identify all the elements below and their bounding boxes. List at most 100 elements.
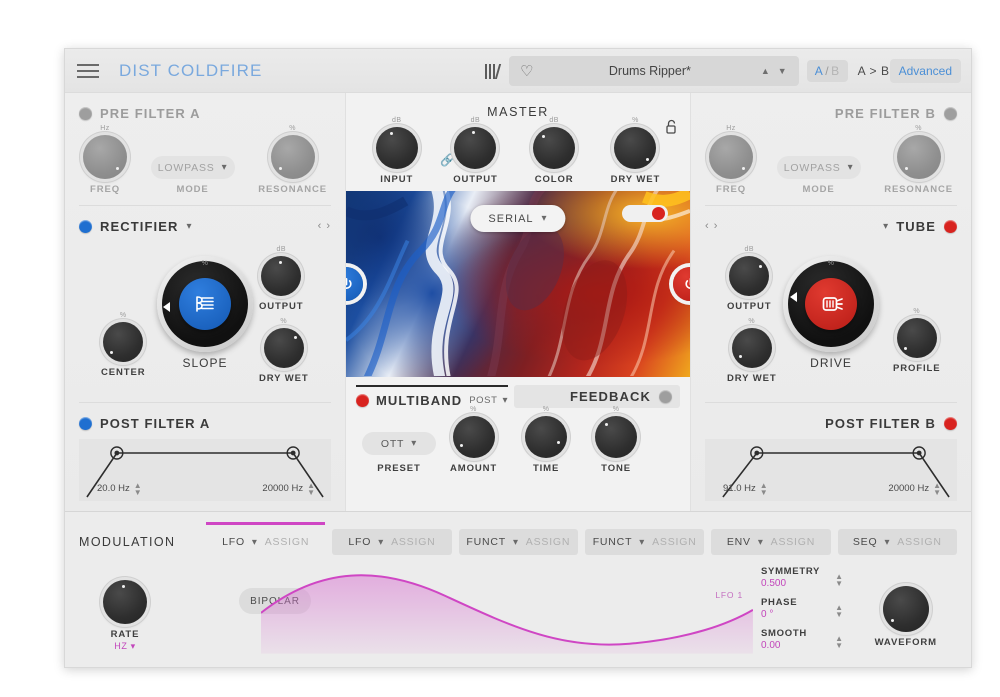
- tube-drywet-knob[interactable]: % DRY WET: [727, 328, 777, 384]
- tube-drive-knob[interactable]: [783, 256, 879, 352]
- pre-filter-a-freq-knob[interactable]: Hz FREQ: [83, 135, 127, 195]
- library-icon[interactable]: [485, 63, 499, 79]
- lfo-waveform-knob[interactable]: WAVEFORM: [875, 586, 937, 648]
- post-filter-a-graph[interactable]: 20.0 Hz ▲▼ 20000 Hz ▲▼: [79, 439, 331, 501]
- pre-filter-a-freq-unit: Hz: [100, 125, 110, 132]
- heart-icon[interactable]: ♡: [509, 62, 545, 80]
- chain-b-indicator[interactable]: [622, 205, 668, 222]
- tube-toggle[interactable]: [944, 220, 957, 233]
- post-filter-b-graph[interactable]: 91.0 Hz ▲▼ 20000 Hz ▲▼: [705, 439, 957, 501]
- feedback-time-knob[interactable]: % TIME: [525, 416, 567, 474]
- spinner-icon[interactable]: ▲▼: [134, 482, 142, 496]
- pre-filter-b-freq-knob[interactable]: Hz FREQ: [709, 135, 753, 195]
- pre-filter-a-mode-select[interactable]: LOWPASS ▾: [151, 156, 235, 179]
- lfo-smooth-value[interactable]: 0.00: [761, 640, 843, 651]
- mod-slot-4[interactable]: FUNCT ▾ ASSIGN: [585, 529, 704, 555]
- ab-b-label[interactable]: B: [831, 64, 840, 78]
- tube-output-knob[interactable]: dB OUTPUT: [727, 256, 771, 312]
- multiband-position-select[interactable]: POST ▾: [469, 395, 508, 406]
- rectifier-slope-knob[interactable]: [157, 256, 253, 352]
- routing-mode-select[interactable]: SERIAL ▾: [470, 205, 565, 232]
- spinner-icon[interactable]: ▲▼: [835, 604, 843, 618]
- spinner-icon[interactable]: ▲▼: [760, 482, 768, 496]
- advanced-button[interactable]: Advanced: [890, 59, 961, 83]
- tube-profile-knob[interactable]: % PROFILE: [893, 318, 940, 374]
- rectifier-drywet-knob[interactable]: % DRY WET: [259, 328, 309, 384]
- tube-chevron-down-icon[interactable]: ▾: [883, 221, 888, 232]
- preset-name[interactable]: Drums Ripper*: [545, 64, 755, 78]
- mod-slot-6[interactable]: SEQ ▾ ASSIGN: [838, 529, 957, 555]
- spinner-icon[interactable]: ▲▼: [307, 482, 315, 496]
- chevron-down-icon[interactable]: ▾: [639, 537, 645, 548]
- post-filter-a-high-value-group[interactable]: 20000 Hz ▲▼: [262, 482, 315, 496]
- mod-slot-6-type: SEQ: [853, 536, 878, 548]
- post-filter-a-toggle[interactable]: [79, 417, 92, 430]
- mod-slot-3-assign[interactable]: ASSIGN: [526, 536, 570, 548]
- modulation-title: MODULATION: [79, 535, 199, 549]
- lfo-rate-knob[interactable]: RATE HZ ▾: [103, 580, 147, 652]
- multiband-amount-knob[interactable]: % AMOUNT: [450, 416, 497, 474]
- copy-a-to-b-button[interactable]: A > B: [858, 64, 890, 78]
- lfo-symmetry-value[interactable]: 0.500: [761, 578, 843, 589]
- mod-slot-6-assign[interactable]: ASSIGN: [897, 536, 941, 548]
- brand-title: DIST COLDFIRE: [119, 61, 262, 81]
- post-filter-b-low-value-group[interactable]: 91.0 Hz ▲▼: [723, 482, 768, 496]
- master-input-label: INPUT: [380, 174, 413, 185]
- rectifier-chevron-down-icon[interactable]: ▾: [187, 221, 192, 232]
- master-drywet-knob[interactable]: % DRY WET: [611, 127, 661, 185]
- mod-slot-1-assign[interactable]: ASSIGN: [265, 536, 309, 548]
- lfo-phase-value[interactable]: 0 °: [761, 609, 843, 620]
- spinner-icon[interactable]: ▲▼: [933, 482, 941, 496]
- mod-slot-5-assign[interactable]: ASSIGN: [771, 536, 815, 548]
- mod-slot-2[interactable]: LFO ▾ ASSIGN: [332, 529, 451, 555]
- spinner-icon[interactable]: ▲▼: [835, 635, 843, 649]
- multiband-preset-select[interactable]: OTT ▾: [362, 432, 436, 455]
- rectifier-center-knob[interactable]: % CENTER: [101, 322, 145, 378]
- rectifier-toggle[interactable]: [79, 220, 92, 233]
- rectifier-nav-arrows[interactable]: ‹ ›: [318, 220, 331, 232]
- chevron-down-icon[interactable]: ▾: [513, 537, 519, 548]
- rectifier-output-knob[interactable]: dB OUTPUT: [259, 256, 303, 312]
- ab-a-label[interactable]: A: [815, 64, 824, 78]
- feedback-toggle[interactable]: [659, 390, 672, 403]
- master-output-knob[interactable]: dB OUTPUT: [453, 127, 497, 185]
- spinner-icon[interactable]: ▲▼: [835, 573, 843, 587]
- mod-slot-5[interactable]: ENV ▾ ASSIGN: [711, 529, 830, 555]
- mod-slot-3[interactable]: FUNCT ▾ ASSIGN: [459, 529, 578, 555]
- chevron-down-icon[interactable]: ▾: [252, 537, 258, 548]
- master-color-unit: dB: [549, 117, 559, 124]
- pre-filter-a-toggle[interactable]: [79, 107, 92, 120]
- mod-slot-5-type: ENV: [727, 536, 751, 548]
- preset-prev-icon[interactable]: ▲: [761, 66, 770, 76]
- ab-toggle[interactable]: A/B: [807, 60, 848, 82]
- tube-nav-arrows[interactable]: ‹ ›: [705, 220, 718, 232]
- pre-filter-b-resonance-knob[interactable]: % RESONANCE: [884, 135, 953, 195]
- master-color-knob[interactable]: dB COLOR: [533, 127, 575, 185]
- post-filter-a-low-value-group[interactable]: 20.0 Hz ▲▼: [97, 482, 142, 496]
- post-filter-b-toggle[interactable]: [944, 417, 957, 430]
- lfo-symmetry-label: SYMMETRY: [761, 566, 843, 577]
- feedback-tone-knob[interactable]: % TONE: [595, 416, 637, 474]
- tube-drywet-unit: %: [748, 318, 755, 325]
- hamburger-icon[interactable]: [77, 64, 111, 78]
- chevron-down-icon: ▾: [542, 213, 548, 224]
- post-filter-b-high-value-group[interactable]: 20000 Hz ▲▼: [888, 482, 941, 496]
- preset-nav: ▲ ▼: [755, 66, 799, 76]
- multiband-toggle[interactable]: [356, 394, 369, 407]
- lfo-rate-unit-select[interactable]: HZ ▾: [114, 641, 135, 652]
- chevron-down-icon[interactable]: ▾: [884, 537, 890, 548]
- preset-next-icon[interactable]: ▼: [778, 66, 787, 76]
- mod-slot-4-assign[interactable]: ASSIGN: [652, 536, 696, 548]
- chevron-down-icon[interactable]: ▾: [758, 537, 764, 548]
- mod-slot-2-assign[interactable]: ASSIGN: [391, 536, 435, 548]
- chevron-down-icon[interactable]: ▾: [378, 537, 384, 548]
- pre-filter-a-resonance-knob[interactable]: % RESONANCE: [258, 135, 327, 195]
- master-input-knob[interactable]: dB INPUT: [376, 127, 418, 185]
- rectifier-drywet-unit: %: [280, 318, 287, 325]
- unlock-icon[interactable]: [666, 119, 678, 139]
- pre-filter-b-mode-select[interactable]: LOWPASS ▾: [777, 156, 861, 179]
- pre-filter-b-toggle[interactable]: [944, 107, 957, 120]
- mod-slot-1-type: LFO: [222, 536, 245, 548]
- lfo-waveform-display[interactable]: [261, 572, 753, 655]
- mod-slot-1[interactable]: LFO ▾ ASSIGN: [206, 529, 325, 555]
